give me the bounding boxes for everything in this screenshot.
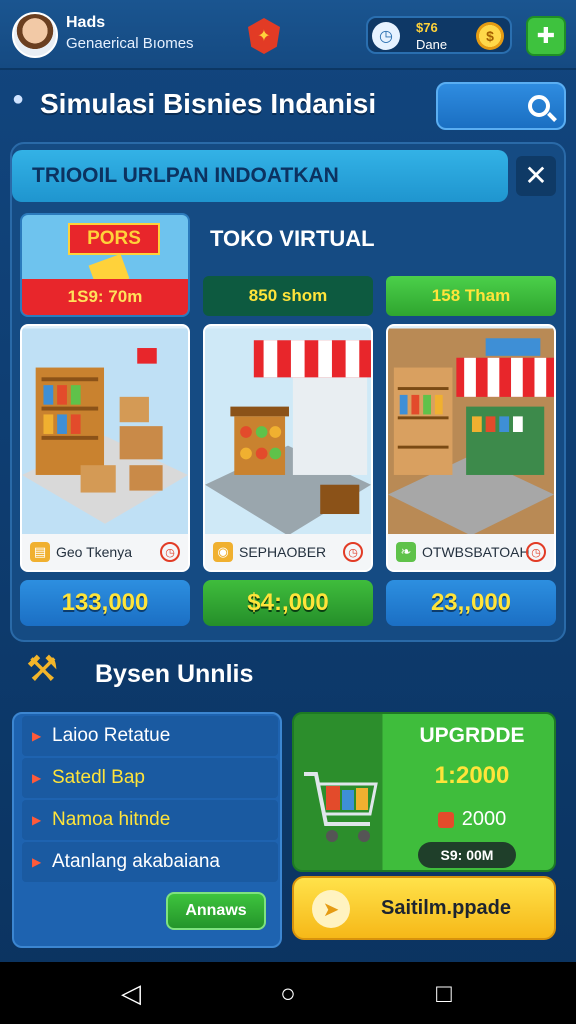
home-icon: ○ bbox=[280, 977, 296, 1008]
shop-card[interactable]: Geo Tkenya ▤ ◷ bbox=[20, 324, 190, 572]
price-button[interactable]: $4:,000 bbox=[203, 580, 373, 626]
toko-virtual-label: TOKO VIRTUAL bbox=[210, 226, 375, 251]
promo-strip: 1S9: 70m bbox=[22, 279, 188, 315]
list-item-label: Satedl Bap bbox=[52, 767, 145, 788]
rank-badge-icon[interactable]: ✦ bbox=[248, 18, 280, 54]
home-nav-button[interactable]: ○ bbox=[271, 976, 305, 1010]
shop-card[interactable]: SEPHAOBER ◉ ◷ bbox=[203, 324, 373, 572]
upgrade-cost-value: 2000 bbox=[461, 808, 507, 830]
recents-nav-button[interactable]: □ bbox=[427, 976, 461, 1010]
promo-tag: PORS bbox=[68, 223, 160, 255]
coin-icon: $ bbox=[476, 22, 504, 50]
list-item[interactable]: ▶ Laioo Retatue bbox=[22, 716, 278, 756]
close-icon: ✕ bbox=[524, 160, 548, 191]
arrow-icon: ▶ bbox=[32, 729, 42, 743]
wrench-icon: ⚒ bbox=[26, 648, 59, 689]
price-button[interactable]: 23,,000 bbox=[386, 580, 556, 626]
shop-card[interactable]: OTWBSBATOAH ❧ ◷ bbox=[386, 324, 556, 572]
warehouse-illustration bbox=[22, 328, 188, 536]
upgrade-button-label: Saitilm.ppade bbox=[380, 896, 512, 919]
promo-card[interactable]: PORS 1S9: 70m bbox=[20, 213, 190, 317]
cursor-arrow-icon: ➤ bbox=[312, 890, 350, 928]
timer-icon: ◷ bbox=[343, 542, 363, 562]
price-button[interactable]: 133,000 bbox=[20, 580, 190, 626]
list-item[interactable]: ▶ Namoa hitnde bbox=[22, 800, 278, 840]
list-item-label: Laioo Retatue bbox=[52, 725, 171, 746]
arrow-icon: ▶ bbox=[32, 813, 42, 827]
list-item-label: Atanlang akabaiana bbox=[52, 851, 220, 872]
page-title: Simulasi Bisnies Indanisi bbox=[40, 88, 377, 119]
arrow-icon: ▶ bbox=[32, 771, 42, 785]
search-icon bbox=[528, 95, 550, 117]
player-subtitle: Genaerical Bıomes bbox=[66, 35, 194, 52]
tab-tham[interactable]: 158 Tham bbox=[386, 276, 556, 316]
market-stall-illustration bbox=[205, 328, 371, 536]
resource-label: Dane bbox=[416, 37, 448, 52]
material-icon bbox=[437, 811, 454, 828]
upgrade-button[interactable]: ➤ Saitilm.ppade bbox=[292, 876, 556, 940]
resource-pill[interactable]: ◷ $76 Dane $ bbox=[366, 16, 512, 54]
clock-icon: ◷ bbox=[372, 22, 400, 50]
store-icon: ◉ bbox=[213, 542, 233, 562]
upgrade-panel: UPGRDDE 1:2000 2000 S9: 00M bbox=[292, 712, 556, 872]
player-name: Hads bbox=[66, 14, 106, 31]
upgrade-value: 1:2000 bbox=[434, 762, 510, 789]
leaf-icon: ❧ bbox=[396, 542, 416, 562]
recents-icon: □ bbox=[436, 977, 452, 1008]
back-nav-button[interactable]: ◁ bbox=[114, 976, 148, 1010]
timer-icon: ◷ bbox=[526, 542, 546, 562]
location-pin-icon: ● bbox=[12, 88, 25, 110]
back-icon: ◁ bbox=[121, 977, 141, 1008]
timer-icon: ◷ bbox=[160, 542, 180, 562]
list-item[interactable]: ▶ Atanlang akabaiana bbox=[22, 842, 278, 882]
analysis-title: Bysen Unnlis bbox=[95, 660, 254, 688]
upgrade-label: UPGRDDE bbox=[419, 724, 525, 747]
list-item-label: Namoa hitnde bbox=[52, 809, 171, 830]
list-item[interactable]: ▶ Satedl Bap bbox=[22, 758, 278, 798]
panel-banner: TRIOOIL URLPAN INDOATKAN bbox=[12, 150, 508, 202]
search-button[interactable] bbox=[436, 82, 566, 130]
upgrade-price: S9: 00M bbox=[418, 842, 516, 868]
shopping-cart-icon bbox=[304, 772, 378, 842]
convenience-store-illustration bbox=[388, 328, 554, 536]
arrow-icon: ▶ bbox=[32, 855, 42, 869]
analysis-button[interactable]: Annaws bbox=[166, 892, 266, 930]
upgrade-cost: 2000 bbox=[390, 808, 554, 831]
puzzle-menu-button[interactable]: ✚ bbox=[526, 16, 566, 56]
store-icon: ▤ bbox=[30, 542, 50, 562]
avatar[interactable] bbox=[12, 12, 58, 58]
top-bar: Hads Genaerical Bıomes ✦ ◷ $76 Dane $ ✚ bbox=[0, 0, 576, 70]
tab-shom[interactable]: 850 shom bbox=[203, 276, 373, 316]
close-button[interactable]: ✕ bbox=[516, 156, 556, 196]
resource-value: $76 bbox=[416, 20, 438, 35]
